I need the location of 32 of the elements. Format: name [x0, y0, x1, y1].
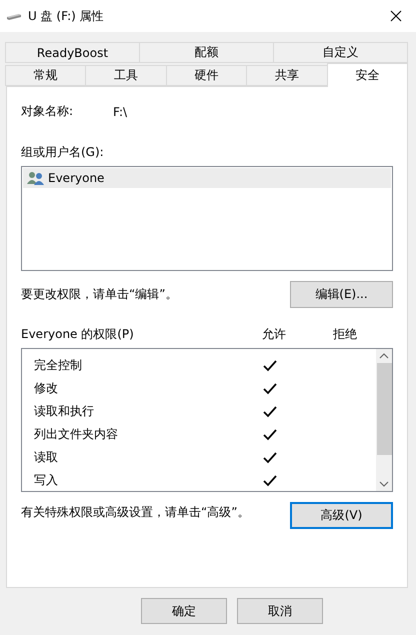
advanced-button[interactable]: 高级(V) — [290, 502, 393, 529]
dialog-button[interactable]: 取消 — [237, 598, 323, 624]
window-title: U 盘 (F:) 属性 — [28, 8, 105, 24]
tab[interactable]: 共享 — [246, 65, 328, 86]
close-icon — [390, 10, 402, 22]
advanced-hint: 有关特殊权限或高级设置，请单击“高级”。 — [21, 504, 250, 521]
tab[interactable]: 自定义 — [273, 42, 408, 63]
permission-name: 读取和执行 — [33, 403, 95, 420]
scrollbar[interactable] — [376, 349, 392, 491]
tab[interactable]: ReadyBoost — [5, 42, 140, 63]
dialog-button[interactable]: 确定 — [141, 598, 227, 624]
permission-name: 读取 — [33, 449, 59, 466]
permission-name: 写入 — [33, 472, 59, 489]
edit-hint: 要更改权限，请单击“编辑”。 — [21, 286, 178, 303]
edit-button[interactable]: 编辑(E)... — [290, 281, 393, 308]
object-name-label: 对象名称: — [21, 103, 74, 120]
user-item[interactable]: Everyone — [23, 168, 391, 188]
tab[interactable]: 配额 — [139, 42, 274, 63]
users-icon — [27, 171, 45, 185]
permissions-label: Everyone 的权限(P) — [21, 326, 135, 343]
tab[interactable]: 工具 — [85, 65, 167, 86]
permission-name: 修改 — [33, 380, 59, 397]
tab[interactable]: 安全 — [326, 63, 408, 87]
allow-header: 允许 — [262, 326, 287, 343]
object-name-value: F:\ — [113, 104, 128, 118]
permission-name: 列出文件夹内容 — [33, 426, 119, 443]
tab[interactable]: 硬件 — [166, 65, 248, 86]
permission-name: 完全控制 — [33, 357, 83, 374]
deny-header: 拒绝 — [333, 326, 357, 343]
tab[interactable]: 常规 — [5, 65, 86, 86]
users-label: 组或用户名(G): — [21, 144, 105, 161]
drive-icon — [6, 11, 22, 21]
